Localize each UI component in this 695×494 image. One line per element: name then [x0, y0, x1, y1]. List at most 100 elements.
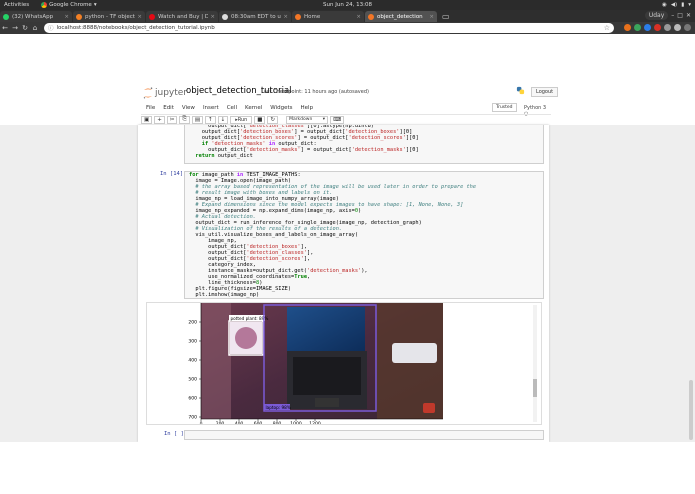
maximize-icon[interactable]: □: [677, 12, 683, 19]
url-text: localhost:8888/notebooks/object_detectio…: [56, 25, 215, 31]
output-scrollbar[interactable]: [533, 305, 537, 422]
close-icon[interactable]: ✕: [686, 12, 691, 19]
tab-close-icon[interactable]: ×: [210, 14, 215, 20]
jupyter-logo-icon: [143, 87, 153, 99]
system-top-bar: Activities Google Chrome ▾ Sun Jun 24, 1…: [0, 0, 695, 10]
paste-icon[interactable]: ▤: [191, 115, 204, 124]
new-tab-button[interactable]: ▭: [442, 12, 450, 21]
menu-item-edit[interactable]: Edit: [163, 105, 174, 111]
y-tick-label: 600: [188, 396, 197, 402]
tab-title: Watch and Buy | Dr: [158, 13, 209, 20]
y-ticks: 200 300 400 500 600 700: [188, 320, 201, 421]
autosave-status: (autosaved): [338, 89, 369, 95]
trusted-badge[interactable]: Trusted: [492, 103, 517, 112]
tab-close-icon[interactable]: ×: [64, 14, 69, 20]
tab-close-icon[interactable]: ×: [137, 14, 142, 20]
insert-cell-icon[interactable]: +: [154, 115, 165, 124]
jupyter-logo[interactable]: jupyter: [143, 87, 187, 99]
python-logo-icon: [516, 86, 525, 95]
extensions: ⋮: [624, 24, 695, 31]
bookmark-star-icon[interactable]: ☆: [604, 24, 610, 32]
run-label: Run: [237, 116, 248, 123]
code-cell-14[interactable]: for image_path in TEST_IMAGE_PATHS: imag…: [184, 171, 544, 299]
reload-icon[interactable]: ↻: [20, 24, 30, 32]
tab-title: python - TF object: [85, 13, 135, 20]
back-icon[interactable]: ←: [0, 24, 10, 32]
browser-tab[interactable]: (32) WhatsApp ×: [0, 11, 72, 22]
extension-icon[interactable]: [664, 24, 671, 31]
power-icon: ▾: [688, 2, 691, 8]
menu-item-kernel[interactable]: Kernel: [245, 105, 262, 111]
window-controls: Uday – □ ✕: [644, 11, 691, 20]
laptop-screen: [287, 307, 365, 351]
browser-tab[interactable]: python - TF object ×: [73, 11, 145, 22]
tab-close-icon[interactable]: ×: [283, 14, 288, 20]
clock[interactable]: Sun Jun 24, 13:08: [0, 2, 695, 8]
page-scrollbar-thumb[interactable]: [689, 380, 693, 440]
x-tick-label: 400: [235, 421, 244, 425]
chevron-down-icon: ▾: [93, 2, 97, 8]
checkpoint-status: Last Checkpoint: 11 hours ago (autosaved…: [261, 89, 369, 95]
battery-icon: ▮: [681, 2, 685, 8]
wifi-icon: ◉: [662, 2, 667, 8]
speaker-red: [423, 403, 435, 413]
menu-item-help[interactable]: Help: [301, 105, 314, 111]
tab-close-icon[interactable]: ×: [356, 14, 361, 20]
cut-icon[interactable]: ✂: [166, 115, 178, 124]
profile-button[interactable]: Uday: [644, 11, 669, 20]
menu-item-insert[interactable]: Insert: [203, 105, 219, 111]
restart-icon[interactable]: ↻: [267, 115, 279, 124]
y-tick-label: 400: [188, 358, 197, 364]
browser-tab[interactable]: Watch and Buy | Dr ×: [146, 11, 218, 22]
x-tick-label: 600: [254, 421, 263, 425]
tab-favicon-icon: [368, 13, 374, 20]
tab-favicon-icon: [149, 13, 155, 20]
tab-favicon-icon: [3, 13, 9, 20]
app-menu-label: Google Chrome: [49, 2, 92, 8]
logout-button[interactable]: Logout: [531, 87, 559, 97]
home-icon[interactable]: ⌂: [30, 24, 40, 32]
extension-icon[interactable]: [624, 24, 631, 31]
cell-type-select[interactable]: Markdown: [286, 115, 329, 124]
move-up-icon[interactable]: ↑: [205, 115, 216, 124]
code-cell-empty[interactable]: [184, 430, 544, 440]
forward-icon[interactable]: →: [10, 24, 20, 32]
menu-item-view[interactable]: View: [182, 105, 195, 111]
app-menu[interactable]: Google Chrome ▾: [41, 2, 97, 8]
keyboard-icon[interactable]: ⌨: [330, 115, 345, 124]
code-cell-previous[interactable]: output_dict['detection_classes'][0].asty…: [184, 125, 544, 164]
tab-close-icon[interactable]: ×: [429, 14, 434, 20]
browser-tab[interactable]: object_detection ×: [365, 11, 437, 22]
menu-item-widgets[interactable]: Widgets: [270, 105, 292, 111]
notebook-area[interactable]: output_dict['detection_classes'][0].asty…: [0, 125, 695, 442]
x-tick-label: 1200: [309, 421, 321, 425]
move-down-icon[interactable]: ↓: [217, 115, 229, 124]
address-toolbar: ← → ↻ ⌂ ⓘ localhost:8888/notebooks/objec…: [0, 22, 695, 34]
stop-icon[interactable]: ■: [254, 115, 266, 124]
extension-icon[interactable]: [644, 24, 651, 31]
address-bar[interactable]: ⓘ localhost:8888/notebooks/object_detect…: [44, 23, 614, 33]
chrome-icon: [41, 2, 48, 8]
run-button[interactable]: ▸ Run: [230, 115, 253, 124]
minimize-icon[interactable]: –: [671, 12, 674, 19]
tab-favicon-icon: [76, 13, 82, 20]
x-ticks: 0 200 400 600 800 1000 1200: [200, 419, 321, 425]
system-tray[interactable]: ◉ ◀) ▮ ▾: [662, 2, 691, 8]
checkpoint-text: Last Checkpoint: 11 hours ago: [261, 89, 338, 95]
cell-output[interactable]: potted plant: 89% laptop: 98% 200 300 400 5…: [146, 302, 542, 425]
jupyter-logo-text: jupyter: [155, 88, 188, 98]
output-scroll-thumb[interactable]: [533, 379, 537, 397]
browser-tab[interactable]: Home ×: [292, 11, 364, 22]
extension-icon[interactable]: [654, 24, 661, 31]
cell-prompt: In [14]:: [160, 171, 187, 177]
tab-strip: (32) WhatsApp × python - TF object × Watch a…: [0, 10, 695, 22]
activities-button[interactable]: Activities: [4, 2, 29, 8]
browser-tab[interactable]: 08:30am EDT to u ×: [219, 11, 291, 22]
extension-icon[interactable]: [684, 24, 691, 31]
save-icon[interactable]: ▣: [141, 115, 153, 124]
extension-icon[interactable]: [634, 24, 641, 31]
menu-item-file[interactable]: File: [146, 105, 155, 111]
menu-item-cell[interactable]: Cell: [227, 105, 237, 111]
extension-icon[interactable]: [674, 24, 681, 31]
copy-icon[interactable]: ⎘: [179, 115, 190, 124]
